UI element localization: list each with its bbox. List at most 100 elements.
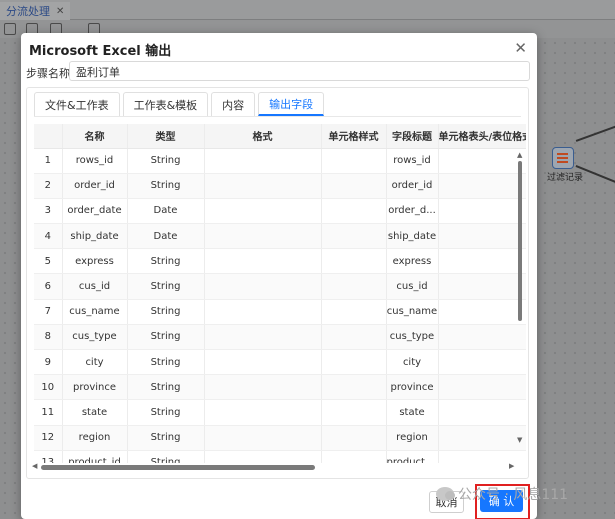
field-name-cell[interactable]: express [62,248,128,275]
field-format-cell[interactable] [204,349,322,376]
cell-style-cell[interactable] [321,148,387,174]
field-format-cell[interactable] [204,173,322,199]
cell-style-cell[interactable] [321,299,387,325]
field-name-cell[interactable]: city [62,349,128,376]
cell-header-format-cell[interactable] [438,273,526,300]
field-name-cell[interactable]: ship_date [62,223,128,250]
field-type-cell[interactable]: String [127,248,205,275]
field-title-cell[interactable]: city [386,349,439,376]
field-type-cell[interactable]: Date [127,198,205,225]
table-row[interactable]: 1 rows_id String rows_id [34,148,526,174]
header-index[interactable] [34,124,63,149]
field-name-cell[interactable]: region [62,425,128,451]
cell-style-cell[interactable] [321,324,387,351]
field-format-cell[interactable] [204,425,322,451]
scroll-thumb[interactable] [41,465,315,470]
field-title-cell[interactable]: express [386,248,439,275]
row-index-cell[interactable]: 7 [34,299,63,325]
field-title-cell[interactable]: region [386,425,439,451]
field-name-cell[interactable]: rows_id [62,148,128,174]
table-row[interactable]: 8 cus_type String cus_type [34,324,526,351]
cell-style-cell[interactable] [321,198,387,225]
header-cell-header-format[interactable]: 单元格表头/表位格式 [438,124,526,149]
table-row[interactable]: 12 region String region [34,425,526,451]
cell-header-format-cell[interactable] [438,399,526,426]
toolbar-icon[interactable] [4,23,16,35]
field-format-cell[interactable] [204,299,322,325]
filter-node-icon[interactable] [552,147,574,169]
table-row[interactable]: 7 cus_name String cus_name [34,299,526,325]
cell-style-cell[interactable] [321,399,387,426]
field-name-cell[interactable]: province [62,374,128,401]
field-format-cell[interactable] [204,273,322,300]
field-title-cell[interactable]: order_d... [386,198,439,225]
field-type-cell[interactable]: String [127,425,205,451]
header-name[interactable]: 名称 [62,124,128,149]
row-index-cell[interactable]: 4 [34,223,63,250]
field-format-cell[interactable] [204,399,322,426]
row-index-cell[interactable]: 11 [34,399,63,426]
field-type-cell[interactable]: String [127,399,205,426]
cell-style-cell[interactable] [321,374,387,401]
cell-header-format-cell[interactable] [438,248,526,275]
field-type-cell[interactable]: String [127,349,205,376]
row-index-cell[interactable]: 6 [34,273,63,300]
scroll-down-icon[interactable]: ▼ [517,436,522,444]
field-title-cell[interactable]: cus_name [386,299,439,325]
header-field-title[interactable]: 字段标题 [386,124,439,149]
background-tab[interactable]: 分流处理 ✕ [0,2,71,20]
row-index-cell[interactable]: 3 [34,198,63,225]
cell-header-format-cell[interactable] [438,324,526,351]
field-title-cell[interactable]: province [386,374,439,401]
field-format-cell[interactable] [204,148,322,174]
field-type-cell[interactable]: String [127,148,205,174]
table-row[interactable]: 6 cus_id String cus_id [34,273,526,300]
cell-header-format-cell[interactable] [438,198,526,225]
field-title-cell[interactable]: order_id [386,173,439,199]
scroll-left-icon[interactable]: ◀ [32,462,37,470]
cell-header-format-cell[interactable] [438,374,526,401]
cell-header-format-cell[interactable] [438,425,526,451]
field-name-cell[interactable]: state [62,399,128,426]
field-type-cell[interactable]: String [127,374,205,401]
field-title-cell[interactable]: rows_id [386,148,439,174]
cell-style-cell[interactable] [321,248,387,275]
header-cell-style[interactable]: 单元格样式 [321,124,387,149]
field-type-cell[interactable]: String [127,173,205,199]
table-row[interactable]: 4 ship_date Date ship_date [34,223,526,250]
cell-header-format-cell[interactable] [438,173,526,199]
row-index-cell[interactable]: 2 [34,173,63,199]
close-icon[interactable]: ✕ [514,39,527,57]
cell-header-format-cell[interactable] [438,299,526,325]
field-title-cell[interactable]: ship_date [386,223,439,250]
field-title-cell[interactable]: state [386,399,439,426]
table-row[interactable]: 3 order_date Date order_d... [34,198,526,225]
row-index-cell[interactable]: 12 [34,425,63,451]
field-format-cell[interactable] [204,198,322,225]
field-title-cell[interactable]: cus_id [386,273,439,300]
cell-style-cell[interactable] [321,349,387,376]
row-index-cell[interactable]: 8 [34,324,63,351]
field-name-cell[interactable]: cus_id [62,273,128,300]
field-format-cell[interactable] [204,223,322,250]
table-row[interactable]: 10 province String province [34,374,526,401]
table-row[interactable]: 11 state String state [34,399,526,426]
cell-style-cell[interactable] [321,173,387,199]
row-index-cell[interactable]: 5 [34,248,63,275]
tab-sheet-template[interactable]: 工作表&模板 [122,92,209,116]
header-type[interactable]: 类型 [127,124,205,149]
row-index-cell[interactable]: 9 [34,349,63,376]
scroll-thumb[interactable] [518,161,522,321]
field-type-cell[interactable]: String [127,273,205,300]
tab-output-fields[interactable]: 输出字段 [258,92,325,116]
table-row[interactable]: 2 order_id String order_id [34,173,526,199]
field-type-cell[interactable]: String [127,299,205,325]
step-name-input[interactable]: 盈利订单 [69,61,530,81]
field-name-cell[interactable]: order_id [62,173,128,199]
header-format[interactable]: 格式 [204,124,322,149]
tab-file-sheet[interactable]: 文件&工作表 [34,92,120,116]
field-name-cell[interactable]: order_date [62,198,128,225]
horizontal-scrollbar[interactable]: ◀ ▶ [28,462,520,472]
field-name-cell[interactable]: cus_name [62,299,128,325]
field-type-cell[interactable]: String [127,324,205,351]
